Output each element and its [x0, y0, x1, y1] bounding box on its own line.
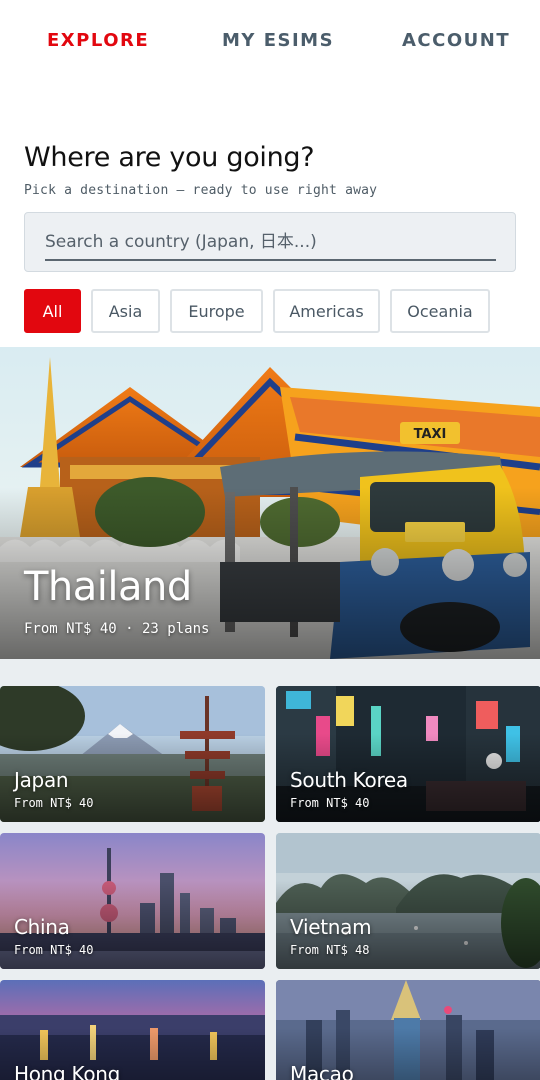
tab-account[interactable]: ACCOUNT: [402, 30, 510, 51]
featured-destination-card[interactable]: TAXI Thailand From NT$ 40 · 23 plans: [0, 347, 540, 659]
destination-name: China: [14, 915, 70, 939]
tab-my-esims[interactable]: MY ESIMS: [222, 30, 334, 51]
destination-price: From NT$ 40: [290, 796, 370, 810]
destination-card-japan[interactable]: Japan From NT$ 40: [0, 686, 265, 822]
destination-card-hong-kong[interactable]: Hong Kong: [0, 980, 265, 1080]
destination-name: Japan: [14, 768, 69, 792]
destination-card-china[interactable]: China From NT$ 40: [0, 833, 265, 969]
destination-card-vietnam[interactable]: Vietnam From NT$ 48: [276, 833, 540, 969]
destination-name: Vietnam: [290, 915, 372, 939]
search-input[interactable]: [45, 225, 496, 261]
destination-name: Hong Kong: [14, 1062, 121, 1080]
image-overlay: [0, 347, 540, 659]
destination-price: From NT$ 40: [14, 943, 94, 957]
destination-price: From NT$ 40: [14, 796, 94, 810]
search-box: [24, 212, 516, 272]
destination-grid: Japan From NT$ 40 South Korea From NT$ 4…: [0, 659, 540, 1080]
filter-chip-oceania[interactable]: Oceania: [390, 289, 490, 333]
destination-price: From NT$ 48: [290, 943, 370, 957]
page-title: Where are you going?: [24, 142, 315, 173]
destination-name: South Korea: [290, 768, 408, 792]
filter-chip-asia[interactable]: Asia: [91, 289, 160, 333]
filter-chip-europe[interactable]: Europe: [170, 289, 263, 333]
filter-chip-americas[interactable]: Americas: [273, 289, 380, 333]
featured-destination-details: From NT$ 40 · 23 plans: [24, 621, 210, 637]
destination-card-south-korea[interactable]: South Korea From NT$ 40: [276, 686, 540, 822]
page-subtitle: Pick a destination — ready to use right …: [24, 183, 378, 198]
filter-chip-all[interactable]: All: [24, 289, 81, 333]
featured-destination-name: Thailand: [24, 564, 192, 610]
tab-explore[interactable]: EXPLORE: [47, 30, 149, 51]
top-navigation: EXPLORE MY ESIMS ACCOUNT: [0, 0, 540, 80]
destination-name: Macao: [290, 1062, 354, 1080]
destination-card-macao[interactable]: Macao: [276, 980, 540, 1080]
